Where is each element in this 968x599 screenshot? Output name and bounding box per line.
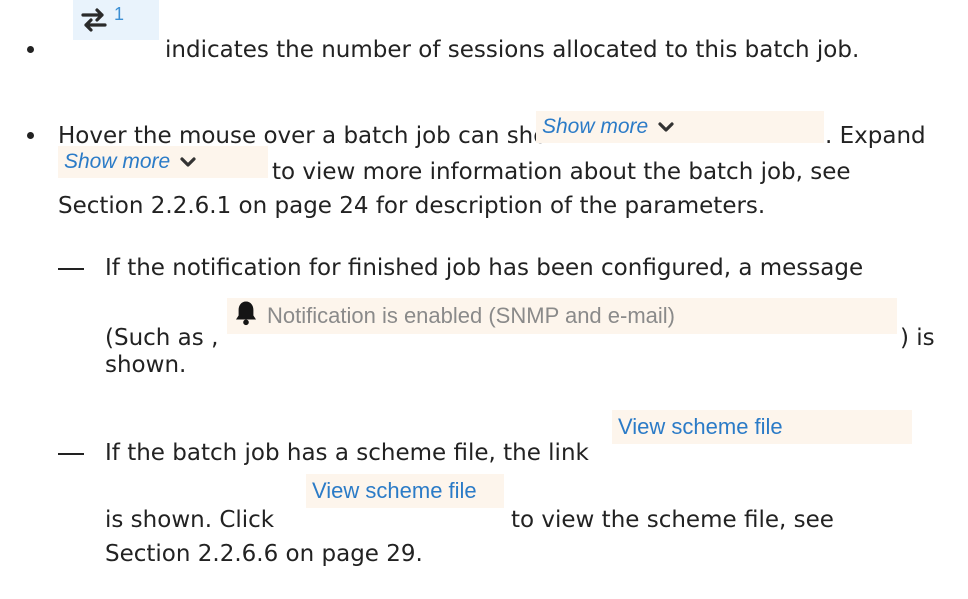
bullet-marker (27, 132, 34, 139)
view-scheme-file-link[interactable]: View scheme file (306, 474, 504, 508)
dash-1-line2-start: (Such as , (105, 325, 219, 351)
bell-icon (235, 300, 257, 332)
sessions-indicator: 1 (73, 0, 159, 40)
dash-marker (58, 453, 84, 455)
dash-1-line2-end: ) is (900, 325, 935, 351)
view-scheme-file-link[interactable]: View scheme file (612, 410, 912, 444)
view-scheme-file-label: View scheme file (312, 478, 477, 503)
sessions-count: 1 (114, 3, 125, 24)
view-scheme-file-label: View scheme file (618, 414, 783, 439)
show-more-label: Show more (64, 150, 171, 173)
bullet-2-line2: to view more information about the batch… (272, 159, 851, 185)
dash-2-line3: Section 2.2.6.6 on page 29. (105, 541, 423, 567)
bullet-1-text: indicates the number of sessions allocat… (165, 37, 860, 63)
dash-2-line2-start: is shown. Click (105, 507, 275, 533)
chevron-down-icon (180, 150, 196, 174)
dash-2-line2-end: to view the scheme file, see (511, 507, 834, 533)
transfer-arrows-icon (80, 8, 108, 32)
chevron-down-icon (658, 115, 674, 139)
show-more-button[interactable]: Show more (58, 146, 268, 178)
show-more-button[interactable]: Show more (536, 111, 824, 143)
bullet-marker (27, 46, 34, 53)
notification-text: Notification is enabled (SNMP and e-mail… (267, 303, 675, 328)
bullet-2-line1-end: . Expand (825, 123, 926, 149)
bullet-2-line3: Section 2.2.6.1 on page 24 for descripti… (58, 193, 766, 219)
dash-2-line1: If the batch job has a scheme file, the … (105, 440, 589, 466)
dash-1-line1: If the notification for finished job has… (105, 255, 864, 281)
show-more-label: Show more (542, 115, 649, 138)
dash-1-line3: shown. (105, 352, 187, 378)
notification-status: Notification is enabled (SNMP and e-mail… (227, 298, 897, 334)
dash-marker (58, 268, 84, 270)
